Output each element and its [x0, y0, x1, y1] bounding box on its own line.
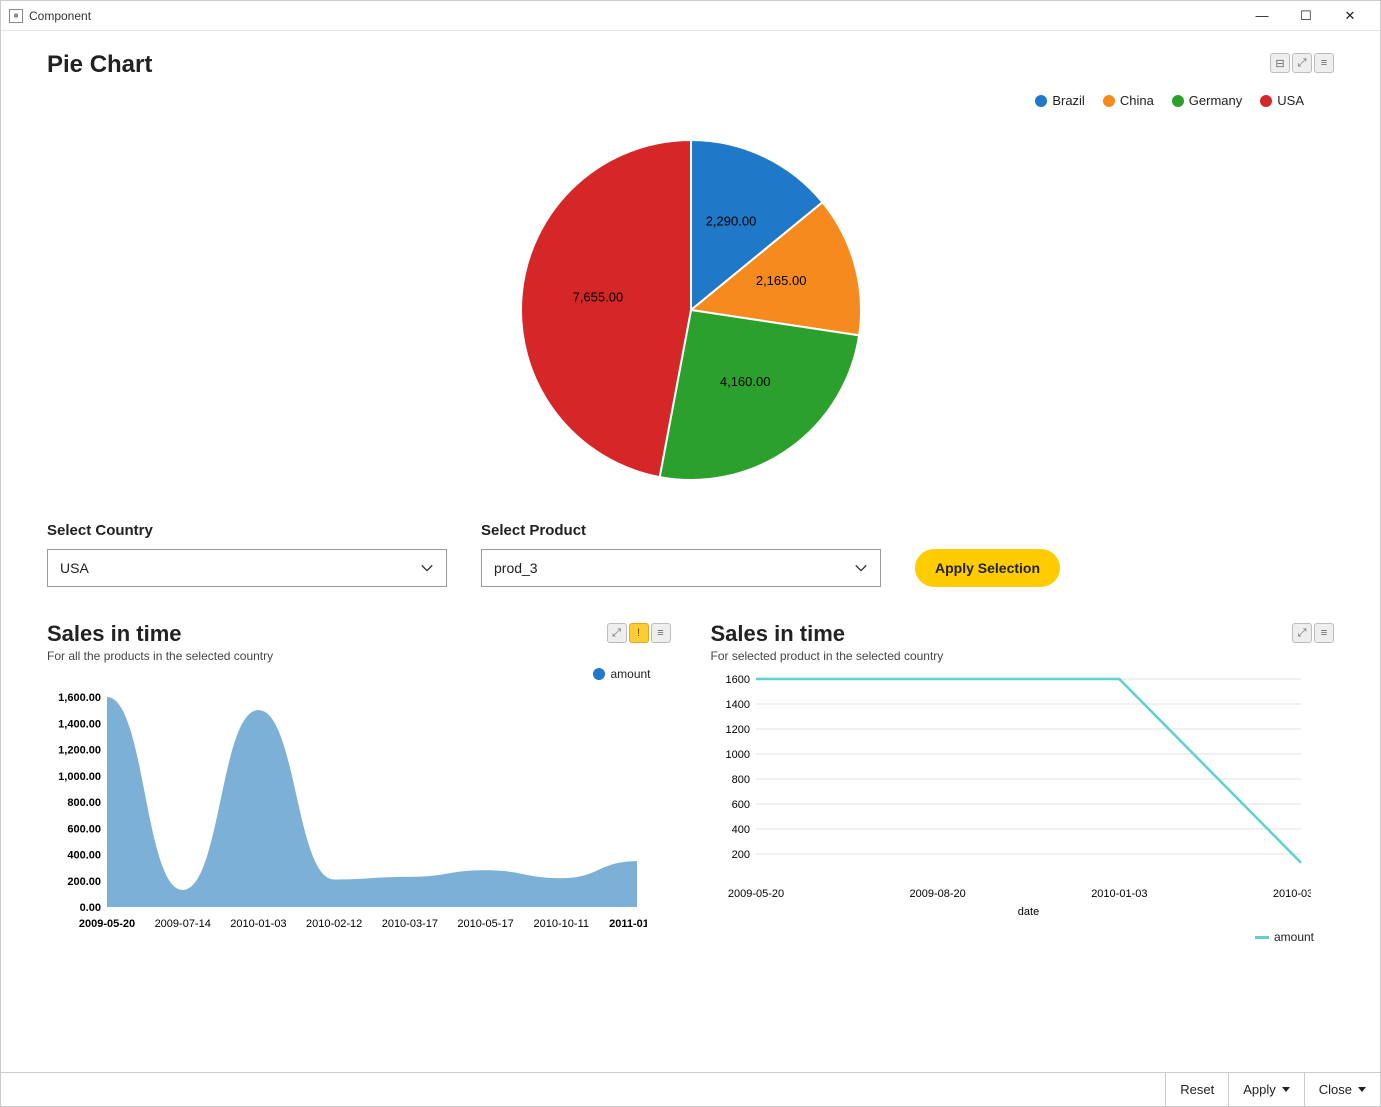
svg-text:1,200.00: 1,200.00: [58, 745, 101, 757]
apply-button[interactable]: Apply: [1228, 1073, 1304, 1106]
svg-text:200.00: 200.00: [67, 876, 101, 888]
svg-text:4,160.00: 4,160.00: [719, 374, 770, 389]
footer-bar: Reset Apply Close: [1, 1072, 1380, 1106]
svg-text:1200: 1200: [725, 724, 749, 736]
swatch-china: [1103, 95, 1115, 107]
reset-button[interactable]: Reset: [1165, 1073, 1228, 1106]
window-minimize-button[interactable]: —: [1240, 4, 1284, 28]
svg-text:400: 400: [731, 824, 749, 836]
sales-left-subtitle: For all the products in the selected cou…: [47, 649, 273, 663]
svg-text:2009-07-14: 2009-07-14: [155, 918, 211, 930]
product-select[interactable]: prod_3: [481, 549, 881, 587]
swatch-germany: [1172, 95, 1184, 107]
product-value: prod_3: [494, 560, 538, 576]
window-close-button[interactable]: ✕: [1328, 4, 1372, 28]
collapse-icon[interactable]: ⊟: [1270, 53, 1290, 73]
apply-selection-button[interactable]: Apply Selection: [915, 549, 1060, 587]
expand-icon[interactable]: ⤢: [1292, 623, 1312, 643]
chevron-down-icon: [420, 561, 434, 575]
svg-text:date: date: [1017, 906, 1038, 918]
menu-icon[interactable]: ≡: [1314, 623, 1334, 643]
svg-text:2010-01-03: 2010-01-03: [230, 918, 286, 930]
svg-text:2009-05-20: 2009-05-20: [727, 888, 783, 900]
legend-germany[interactable]: Germany: [1172, 93, 1242, 108]
svg-text:2010-03-17: 2010-03-17: [382, 918, 438, 930]
svg-text:400.00: 400.00: [67, 850, 101, 862]
sales-left-tools: ⤢ ! ≡: [607, 623, 671, 643]
sales-right-chart: Sales in time For selected product in th…: [711, 621, 1335, 944]
menu-icon[interactable]: ≡: [1314, 53, 1334, 73]
svg-text:200: 200: [731, 849, 749, 861]
caret-down-icon: [1282, 1087, 1290, 1092]
window-title: Component: [29, 9, 91, 23]
sales-left-legend: amount: [47, 667, 671, 681]
svg-text:1400: 1400: [725, 699, 749, 711]
legend-usa[interactable]: USA: [1260, 93, 1304, 108]
app-icon: [9, 9, 23, 23]
close-button[interactable]: Close: [1304, 1073, 1380, 1106]
swatch-usa: [1260, 95, 1272, 107]
sales-right-subtitle: For selected product in the selected cou…: [711, 649, 944, 663]
warning-icon[interactable]: !: [629, 623, 649, 643]
svg-text:2010-05-17: 2010-05-17: [457, 918, 513, 930]
controls-row: Select Country USA Select Product prod_3…: [47, 522, 1334, 587]
chevron-down-icon: [854, 561, 868, 575]
line-svg: 200 400 600 800 1000 1200 1400 1600 2009-05-20 20…: [711, 669, 1311, 919]
svg-text:7,655.00: 7,655.00: [572, 289, 623, 304]
sales-right-legend: amount: [711, 930, 1335, 944]
svg-text:0.00: 0.00: [80, 902, 101, 914]
sales-left-chart: Sales in time For all the products in th…: [47, 621, 671, 944]
country-col: Select Country USA: [47, 522, 447, 587]
area-svg: 0.00 200.00 400.00 600.00 800.00 1,000.00 1,20…: [47, 687, 647, 937]
country-label: Select Country: [47, 522, 447, 539]
svg-text:1000: 1000: [725, 749, 749, 761]
svg-text:2010-02-12: 2010-02-12: [306, 918, 362, 930]
pie-card-header: Pie Chart ⊟ ⤢ ≡: [47, 51, 1334, 79]
lower-charts: Sales in time For all the products in th…: [47, 621, 1334, 944]
swatch-amount-line: [1255, 936, 1269, 939]
svg-text:2009-05-20: 2009-05-20: [79, 918, 135, 930]
legend-brazil[interactable]: Brazil: [1035, 93, 1085, 108]
sales-right-tools: ⤢ ≡: [1292, 623, 1334, 643]
svg-text:2,165.00: 2,165.00: [755, 273, 806, 288]
pie-svg: 2,290.00 2,165.00 4,160.00 7,655.00: [501, 120, 881, 500]
pie-card-tools: ⊟ ⤢ ≡: [1270, 53, 1334, 73]
svg-text:1600: 1600: [725, 674, 749, 686]
svg-text:2011-01-10: 2011-01-10: [609, 918, 647, 930]
svg-text:2009-08-20: 2009-08-20: [909, 888, 965, 900]
window-maximize-button[interactable]: ☐: [1284, 4, 1328, 28]
svg-text:1,400.00: 1,400.00: [58, 718, 101, 730]
swatch-brazil: [1035, 95, 1047, 107]
svg-text:600.00: 600.00: [67, 823, 101, 835]
product-col: Select Product prod_3: [481, 522, 881, 587]
svg-text:1,600.00: 1,600.00: [58, 692, 101, 704]
svg-text:800: 800: [731, 774, 749, 786]
svg-text:1,000.00: 1,000.00: [58, 771, 101, 783]
legend-china[interactable]: China: [1103, 93, 1154, 108]
pie-legend: Brazil China Germany USA: [47, 93, 1334, 108]
expand-icon[interactable]: ⤢: [607, 623, 627, 643]
svg-text:600: 600: [731, 799, 749, 811]
pie-chart: 2,290.00 2,165.00 4,160.00 7,655.00: [47, 120, 1334, 510]
expand-icon[interactable]: ⤢: [1292, 53, 1312, 73]
svg-text:2010-01-03: 2010-01-03: [1091, 888, 1147, 900]
svg-text:2010-03-17: 2010-03-17: [1272, 888, 1310, 900]
swatch-amount: [593, 668, 605, 680]
menu-icon[interactable]: ≡: [651, 623, 671, 643]
window-titlebar: Component — ☐ ✕: [1, 1, 1380, 31]
sales-right-title: Sales in time: [711, 621, 944, 647]
caret-down-icon: [1358, 1087, 1366, 1092]
sales-left-title: Sales in time: [47, 621, 273, 647]
country-select[interactable]: USA: [47, 549, 447, 587]
country-value: USA: [60, 560, 89, 576]
svg-text:800.00: 800.00: [67, 797, 101, 809]
svg-text:2010-10-11: 2010-10-11: [534, 918, 589, 930]
product-label: Select Product: [481, 522, 881, 539]
svg-text:2,290.00: 2,290.00: [705, 213, 756, 228]
pie-chart-title: Pie Chart: [47, 51, 152, 79]
content-area: Pie Chart ⊟ ⤢ ≡ Brazil China Germany USA…: [1, 31, 1380, 1072]
